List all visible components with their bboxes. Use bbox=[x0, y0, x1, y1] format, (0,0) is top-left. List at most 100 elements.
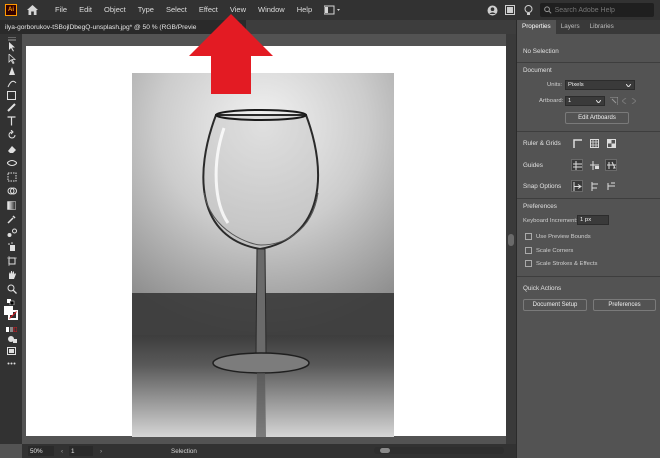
main-menu: File Edit Object Type Select Effect View… bbox=[49, 0, 318, 20]
menu-file[interactable]: File bbox=[49, 0, 73, 20]
curvature-tool-icon[interactable] bbox=[6, 78, 17, 88]
panel-tabs: Properties Layers Libraries bbox=[517, 20, 660, 34]
artboard-label: Artboard: bbox=[539, 98, 564, 104]
snap-to-point-icon[interactable] bbox=[571, 180, 583, 192]
help-search bbox=[540, 3, 654, 17]
vertical-scrollbar[interactable] bbox=[506, 34, 516, 444]
divider bbox=[517, 276, 660, 277]
user-account-icon[interactable] bbox=[486, 4, 498, 16]
scale-corners-row: Scale Corners bbox=[525, 247, 573, 254]
use-preview-bounds-checkbox[interactable] bbox=[525, 233, 532, 240]
color-mode-icon[interactable] bbox=[6, 324, 17, 334]
menu-edit[interactable]: Edit bbox=[73, 0, 98, 20]
discover-lightbulb-icon[interactable] bbox=[522, 4, 534, 16]
snap-to-pixel-icon[interactable] bbox=[588, 180, 600, 192]
help-search-input[interactable] bbox=[554, 6, 650, 14]
illustrator-logo: Ai bbox=[5, 4, 17, 16]
tools-panel bbox=[0, 34, 22, 444]
artboard-dropdown[interactable]: 1 bbox=[565, 96, 605, 106]
shape-builder-tool-icon[interactable] bbox=[6, 186, 17, 196]
document-tab-title: ilya-gorborukov-tSBojlDbegQ-unsplash.jpg… bbox=[5, 23, 197, 31]
width-tool-icon[interactable] bbox=[6, 158, 17, 168]
snap-to-glyph-icon[interactable] bbox=[605, 180, 617, 192]
ruler-grids-label: Ruler & Grids bbox=[523, 140, 561, 147]
properties-panel: Properties Layers Libraries No Selection… bbox=[516, 20, 660, 458]
scale-strokes-effects-row: Scale Strokes & Effects bbox=[525, 260, 597, 267]
transparency-grid-icon[interactable] bbox=[605, 137, 617, 149]
gradient-tool-icon[interactable] bbox=[6, 200, 17, 210]
rectangle-tool-icon[interactable] bbox=[6, 90, 17, 100]
divider bbox=[517, 131, 660, 132]
home-icon[interactable] bbox=[25, 3, 39, 17]
wine-glass-photo[interactable] bbox=[132, 73, 394, 437]
previous-artboard-button[interactable]: ‹ bbox=[58, 448, 66, 455]
menu-help[interactable]: Help bbox=[291, 0, 318, 20]
next-artboard-button[interactable]: › bbox=[97, 448, 105, 455]
eraser-tool-icon[interactable] bbox=[6, 144, 17, 154]
next-artboard-icon[interactable] bbox=[627, 95, 639, 107]
symbol-sprayer-tool-icon[interactable] bbox=[6, 242, 17, 252]
tab-libraries[interactable]: Libraries bbox=[585, 20, 619, 34]
selection-tool-icon[interactable] bbox=[6, 42, 17, 52]
blend-tool-icon[interactable] bbox=[6, 228, 17, 238]
direct-selection-tool-icon[interactable] bbox=[6, 54, 17, 64]
horizontal-scrollbar[interactable] bbox=[374, 447, 504, 454]
vertical-scroll-thumb[interactable] bbox=[508, 234, 514, 246]
scale-corners-checkbox[interactable] bbox=[525, 247, 532, 254]
keyboard-increment-label: Keyboard Increment: bbox=[523, 218, 578, 224]
chevron-down-icon bbox=[596, 100, 601, 103]
rotate-tool-icon[interactable] bbox=[6, 130, 17, 140]
pencil-tool-icon[interactable] bbox=[6, 102, 17, 112]
zoom-value: 50% bbox=[30, 447, 43, 455]
artboard-value: 1 bbox=[568, 98, 572, 104]
preferences-button[interactable]: Preferences bbox=[593, 299, 656, 311]
fill-stroke-swatch[interactable] bbox=[4, 306, 18, 320]
edit-artboards-button[interactable]: Edit Artboards bbox=[565, 112, 629, 124]
artboard-number-field[interactable]: 1 bbox=[69, 446, 93, 456]
preferences-section-title: Preferences bbox=[523, 203, 557, 210]
red-arrow-annotation bbox=[189, 14, 273, 94]
show-guides-icon[interactable] bbox=[571, 159, 583, 171]
menu-object[interactable]: Object bbox=[98, 0, 132, 20]
scale-strokes-effects-checkbox[interactable] bbox=[525, 260, 532, 267]
grid-icon[interactable] bbox=[588, 137, 600, 149]
document-setup-button[interactable]: Document Setup bbox=[523, 299, 587, 311]
units-dropdown[interactable]: Pixels bbox=[565, 80, 635, 90]
chevron-down-icon bbox=[626, 84, 631, 87]
free-transform-tool-icon[interactable] bbox=[6, 172, 17, 182]
keyboard-increment-value: 1 px bbox=[580, 217, 592, 223]
pen-tool-icon[interactable] bbox=[6, 66, 17, 76]
horizontal-scroll-thumb[interactable] bbox=[380, 448, 390, 453]
eyedropper-tool-icon[interactable] bbox=[6, 214, 17, 224]
use-preview-bounds-row: Use Preview Bounds bbox=[525, 233, 591, 240]
draw-mode-icon[interactable] bbox=[6, 334, 17, 344]
more-tools-icon[interactable] bbox=[6, 358, 17, 368]
keyboard-increment-field[interactable]: 1 px bbox=[577, 215, 609, 225]
zoom-dropdown[interactable]: 50% bbox=[28, 446, 54, 456]
screen-mode-icon[interactable] bbox=[6, 346, 17, 356]
arrange-documents-icon[interactable] bbox=[504, 4, 516, 16]
tab-properties[interactable]: Properties bbox=[517, 20, 556, 34]
tab-layers[interactable]: Layers bbox=[556, 20, 585, 34]
ruler-icon[interactable] bbox=[571, 137, 583, 149]
workspace-layout-icon[interactable] bbox=[324, 4, 346, 16]
artboard-canvas[interactable] bbox=[26, 46, 506, 437]
quick-actions-title: Quick Actions bbox=[523, 285, 562, 292]
menu-select[interactable]: Select bbox=[160, 0, 193, 20]
artboard-tool-icon[interactable] bbox=[6, 256, 17, 266]
type-tool-icon[interactable] bbox=[6, 116, 17, 126]
units-label: Units: bbox=[547, 82, 563, 88]
units-value: Pixels bbox=[568, 82, 584, 88]
guides-label: Guides bbox=[523, 162, 543, 169]
scale-corners-label: Scale Corners bbox=[536, 247, 574, 254]
zoom-tool-icon[interactable] bbox=[6, 284, 17, 294]
document-section-title: Document bbox=[523, 67, 552, 74]
status-bar: 50% ‹ 1 › Selection bbox=[22, 444, 516, 458]
divider bbox=[517, 62, 660, 63]
hand-tool-icon[interactable] bbox=[6, 270, 17, 280]
snap-options-label: Snap Options bbox=[523, 183, 562, 190]
smart-guides-icon[interactable] bbox=[605, 159, 617, 171]
scale-strokes-effects-label: Scale Strokes & Effects bbox=[536, 260, 598, 267]
menu-type[interactable]: Type bbox=[132, 0, 160, 20]
lock-guides-icon[interactable] bbox=[588, 159, 600, 171]
